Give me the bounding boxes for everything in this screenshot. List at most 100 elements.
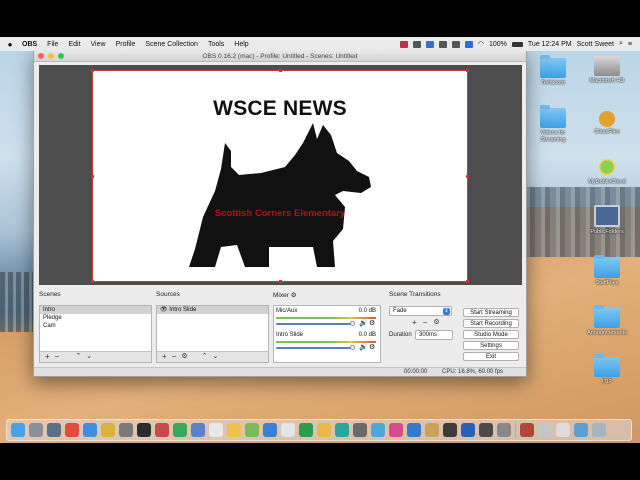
preview-area[interactable]: WSCE NEWS Scottish Corners Elementary — [39, 65, 522, 285]
app-icon[interactable] — [191, 423, 205, 437]
channel-gear-icon[interactable]: ⚙ — [369, 343, 375, 351]
move-scene-down-icon[interactable]: ⌄ — [86, 352, 92, 362]
speaker-icon[interactable]: 🔊 — [359, 319, 368, 327]
itunes-icon[interactable] — [389, 423, 403, 437]
menu-tools[interactable]: Tools — [203, 41, 229, 48]
menu-help[interactable]: Help — [229, 41, 253, 48]
transition-select[interactable]: Fade ⇕ — [389, 306, 452, 316]
downloads-folder-icon[interactable] — [574, 423, 588, 437]
source-item[interactable]: 👁 Intro Slide — [157, 306, 268, 314]
document-icon[interactable] — [520, 423, 534, 437]
desktop-folder-videos-for-streaming[interactable]: Videos for Streaming — [530, 105, 576, 143]
status-time-machine-icon[interactable] — [451, 40, 460, 48]
chrome-icon[interactable] — [65, 423, 79, 437]
app-icon[interactable] — [245, 423, 259, 437]
user-name[interactable]: Scott Sweet — [577, 41, 614, 48]
desktop-item-classfiles[interactable]: ClassFiles — [584, 107, 630, 136]
app-icon[interactable] — [479, 423, 493, 437]
search-icon[interactable]: ⌕ — [619, 40, 623, 48]
scene-item[interactable]: Pledge — [40, 314, 151, 322]
mixer-settings-gear-icon[interactable]: ⚙ — [291, 292, 297, 299]
move-source-up-icon[interactable]: ⌃ — [202, 352, 208, 362]
contacts-icon[interactable] — [281, 423, 295, 437]
app-icon[interactable] — [371, 423, 385, 437]
remove-transition-icon[interactable]: − — [423, 318, 428, 327]
move-scene-up-icon[interactable]: ⌃ — [75, 352, 81, 362]
scene-item[interactable]: Cam — [40, 322, 151, 330]
resize-handle-top-right[interactable] — [466, 69, 469, 72]
menu-scene-collection[interactable]: Scene Collection — [140, 41, 203, 48]
source-properties-gear-icon[interactable]: ⚙ — [181, 352, 187, 362]
settings-button[interactable]: Settings — [463, 341, 519, 350]
desktop-server-publicfolders[interactable]: PublicFolders — [584, 205, 630, 236]
photo-booth-icon[interactable] — [155, 423, 169, 437]
remove-source-icon[interactable]: − — [172, 352, 177, 362]
document-icon[interactable] — [538, 423, 552, 437]
resize-handle-top-left[interactable] — [91, 69, 94, 72]
menu-view[interactable]: View — [86, 41, 111, 48]
launchpad-icon[interactable] — [29, 423, 43, 437]
trash-icon[interactable] — [592, 423, 606, 437]
status-sync-icon[interactable] — [425, 40, 434, 48]
camtasia-icon[interactable] — [173, 423, 187, 437]
resize-handle-left[interactable] — [91, 175, 94, 178]
app-icon[interactable] — [317, 423, 331, 437]
dropdown-arrow-icon[interactable]: ⇕ — [443, 308, 450, 315]
resize-handle-top[interactable] — [279, 69, 282, 72]
status-screen-icon[interactable] — [438, 40, 447, 48]
move-source-down-icon[interactable]: ⌄ — [213, 352, 219, 362]
wifi-icon[interactable]: ◠ — [478, 40, 484, 48]
menu-edit[interactable]: Edit — [63, 41, 85, 48]
start-recording-button[interactable]: Start Recording — [463, 319, 519, 328]
resize-handle-bottom-left[interactable] — [91, 280, 94, 283]
resize-handle-right[interactable] — [466, 175, 469, 178]
clock[interactable]: Tue 12:24 PM — [528, 41, 572, 48]
volume-slider-knob[interactable] — [350, 321, 355, 326]
app-icon[interactable] — [497, 423, 511, 437]
desktop-folder-itip[interactable]: ITIP — [584, 354, 630, 386]
menu-file[interactable]: File — [42, 41, 63, 48]
document-icon[interactable] — [556, 423, 570, 437]
resize-handle-bottom[interactable] — [279, 280, 282, 283]
speaker-icon[interactable]: 🔊 — [359, 343, 368, 351]
battery-icon[interactable] — [511, 41, 523, 47]
app-icon[interactable] — [263, 423, 277, 437]
desktop-folder-stafffiles[interactable]: StaffFiles — [584, 255, 630, 287]
desktop-folder-techtoom[interactable]: Techtoom — [530, 55, 576, 87]
desktop-drive-macintosh-hd[interactable]: Macintosh HD — [584, 56, 630, 85]
start-streaming-button[interactable]: Start Streaming — [463, 308, 519, 317]
desktop-item-mydublincloud[interactable]: MyDublinCloud — [584, 157, 630, 186]
exit-button[interactable]: Exit — [463, 352, 519, 361]
scene-item[interactable]: Intro — [40, 306, 151, 314]
studio-mode-button[interactable]: Studio Mode — [463, 330, 519, 339]
volume-slider-knob[interactable] — [350, 345, 355, 350]
preview-canvas[interactable]: WSCE NEWS Scottish Corners Elementary — [91, 69, 469, 283]
menu-obs[interactable]: OBS — [17, 41, 42, 48]
add-transition-icon[interactable]: + — [412, 318, 417, 327]
excel-icon[interactable] — [299, 423, 313, 437]
add-scene-icon[interactable]: + — [45, 352, 50, 362]
close-window-button[interactable] — [38, 53, 44, 59]
notes-icon[interactable] — [227, 423, 241, 437]
app-icon[interactable] — [353, 423, 367, 437]
status-box-icon[interactable] — [412, 40, 421, 48]
volume-slider[interactable] — [276, 323, 354, 325]
app-icon[interactable] — [119, 423, 133, 437]
app-icon[interactable] — [443, 423, 457, 437]
remove-scene-icon[interactable]: − — [55, 352, 60, 362]
transition-properties-gear-icon[interactable]: ⚙ — [433, 318, 439, 327]
bluetooth-icon[interactable] — [464, 40, 473, 48]
volume-slider[interactable] — [276, 347, 354, 349]
app-icon[interactable] — [335, 423, 349, 437]
minimize-window-button[interactable] — [48, 53, 54, 59]
notification-center-icon[interactable]: ≡ — [628, 41, 632, 48]
app-store-icon[interactable] — [407, 423, 421, 437]
safari-icon[interactable] — [83, 423, 97, 437]
zoom-window-button[interactable] — [58, 53, 64, 59]
title-bar[interactable]: OBS 0.16.2 (mac) - Profile: Untitled - S… — [34, 51, 526, 62]
status-app-icon[interactable] — [399, 40, 408, 48]
drive-icon[interactable] — [101, 423, 115, 437]
visibility-eye-icon[interactable]: 👁 — [160, 307, 168, 313]
channel-gear-icon[interactable]: ⚙ — [369, 319, 375, 327]
finder-icon[interactable] — [11, 423, 25, 437]
